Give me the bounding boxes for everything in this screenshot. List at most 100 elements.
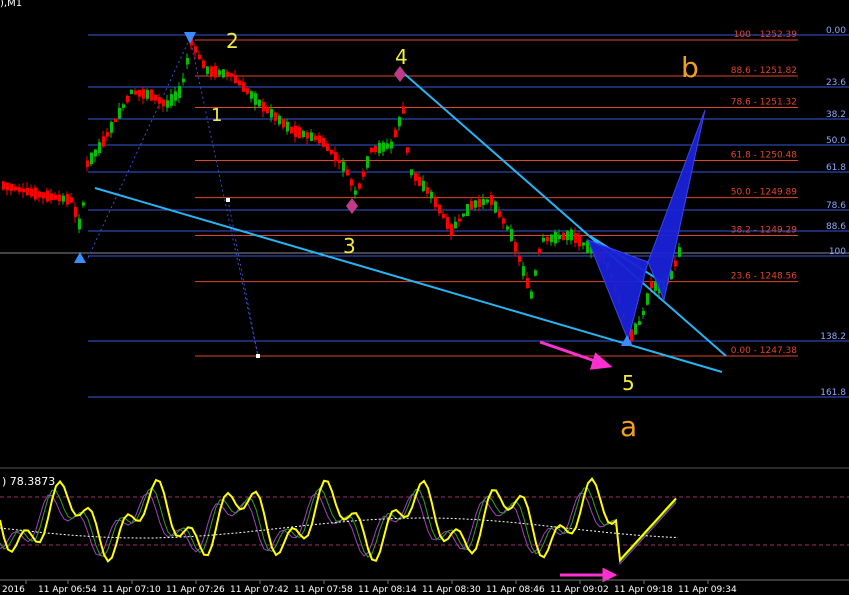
- candle-body: [106, 132, 109, 137]
- x-tick-label: 11 Apr 08:46: [486, 585, 545, 595]
- candle-body: [262, 101, 265, 112]
- candle-body: [678, 247, 681, 257]
- candle-body: [374, 146, 377, 152]
- candle-body: [138, 89, 141, 97]
- candle-body: [362, 171, 365, 177]
- candle-body: [206, 66, 209, 75]
- price-chart[interactable]: 100 - 1252.39 88.6 - 1251.82 78.6 - 1251.3…: [0, 0, 849, 595]
- candle-body: [466, 204, 469, 216]
- candle-body: [66, 194, 69, 205]
- candle-body: [294, 125, 297, 137]
- point-marker: [256, 354, 260, 358]
- candle-body: [406, 147, 409, 153]
- x-tick-label: 11 Apr 09:02: [550, 585, 609, 595]
- fib-level-label: 100 - 1252.39: [734, 30, 798, 40]
- candle-body: [130, 89, 133, 95]
- candle-body: [462, 213, 465, 217]
- candle-body: [50, 193, 53, 200]
- x-tick-label: 11 Apr 07:42: [230, 585, 289, 595]
- candle-body: [370, 147, 373, 153]
- candle-body: [342, 161, 345, 172]
- candle-body: [34, 187, 37, 200]
- wave-label-b: b: [681, 51, 699, 84]
- candle-body: [22, 188, 25, 193]
- candle-body: [278, 115, 281, 125]
- candle-body: [426, 187, 429, 194]
- candle-body: [2, 181, 5, 190]
- candle-body: [234, 75, 237, 83]
- candle-body: [418, 176, 421, 187]
- candle-body: [554, 231, 557, 244]
- candle-body: [402, 106, 405, 114]
- candle-body: [650, 281, 653, 289]
- candle-body: [450, 224, 453, 236]
- candle-body: [98, 142, 101, 154]
- x-tick-label: 11 Apr 09:34: [678, 585, 737, 595]
- x-tick-label: 11 Apr 07:10: [102, 585, 161, 595]
- candle-body: [486, 199, 489, 203]
- candle-body: [542, 237, 545, 242]
- candle-body: [546, 236, 549, 242]
- x-tick-label: 11 Apr 06:54: [38, 585, 97, 595]
- candle-body: [194, 46, 197, 53]
- wave-label-3: 3: [343, 234, 356, 258]
- candle-body: [246, 88, 249, 94]
- oscillator-value: ) 78.3873: [2, 475, 55, 488]
- candle-body: [318, 135, 321, 144]
- candle-body: [154, 94, 157, 101]
- candle-body: [74, 207, 77, 217]
- candle-body: [422, 180, 425, 192]
- fib-extension-label: 0.00: [826, 26, 846, 36]
- candle-body: [454, 221, 457, 229]
- candle-body: [506, 226, 509, 230]
- candle-body: [250, 91, 253, 99]
- candle-body: [86, 160, 89, 167]
- candle-body: [174, 91, 177, 101]
- candle-body: [518, 256, 521, 262]
- candle-body: [334, 152, 337, 162]
- candle-body: [298, 127, 301, 139]
- candle-body: [442, 214, 445, 218]
- candle-body: [366, 156, 369, 168]
- candle-body: [386, 143, 389, 149]
- candle-body: [306, 132, 309, 139]
- candle-body: [270, 109, 273, 118]
- candle-body: [258, 99, 261, 107]
- candle-body: [586, 241, 589, 253]
- candle-body: [202, 60, 205, 69]
- candle-body: [478, 198, 481, 208]
- candle-body: [446, 217, 449, 229]
- candle-body: [566, 231, 569, 241]
- wave-label-2: 2: [226, 29, 239, 53]
- fib-extension-label: 38.2: [826, 110, 846, 120]
- candle-body: [562, 232, 565, 241]
- candle-body: [358, 183, 361, 189]
- candle-body: [198, 54, 201, 60]
- candle-body: [266, 106, 269, 114]
- candle-body: [166, 100, 169, 108]
- candle-body: [534, 270, 537, 276]
- candle-body: [502, 218, 505, 224]
- fib-extension-label: 88.6: [826, 222, 846, 232]
- candle-body: [326, 143, 329, 151]
- candle-body: [394, 129, 397, 138]
- candle-body: [226, 71, 229, 77]
- point-marker: [226, 198, 230, 202]
- candle-body: [338, 160, 341, 164]
- candle-body: [510, 229, 513, 241]
- fib-level-label: 23.6 - 1248.56: [731, 272, 797, 282]
- candle-body: [526, 277, 529, 289]
- candle-body: [490, 195, 493, 205]
- candle-body: [414, 172, 417, 181]
- fib-extension-label: 161.8: [820, 388, 846, 398]
- candle-body: [290, 126, 293, 134]
- fib-level-label: 61.8 - 1250.48: [731, 150, 797, 160]
- candle-body: [38, 191, 41, 198]
- fib-extension-label: 23.6: [826, 78, 846, 88]
- x-tick-label: 11 Apr 08:30: [422, 585, 481, 595]
- candle-body: [430, 191, 433, 199]
- candle-body: [390, 141, 393, 149]
- candle-body: [482, 199, 485, 205]
- candle-body: [82, 202, 85, 206]
- candle-body: [222, 69, 225, 78]
